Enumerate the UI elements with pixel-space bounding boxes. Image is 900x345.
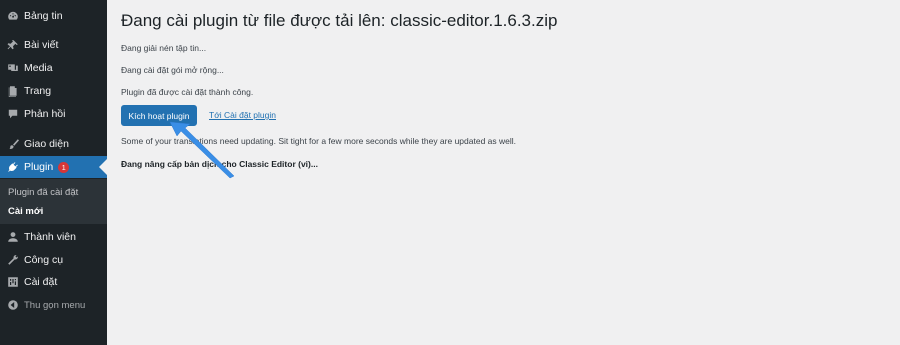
sidebar-item-dashboard[interactable]: Bảng tin xyxy=(0,5,107,27)
translation-note: Some of your translations need updating.… xyxy=(121,136,517,146)
sidebar-item-media[interactable]: Media xyxy=(0,57,107,79)
sidebar-item-posts[interactable]: Bài viết xyxy=(0,34,107,56)
update-count-badge: 1 xyxy=(58,161,70,173)
pin-icon xyxy=(6,39,19,52)
dashboard-icon xyxy=(6,10,19,23)
sidebar-item-settings[interactable]: Cài đặt xyxy=(0,271,107,293)
collapse-menu-label: Thu gọn menu xyxy=(24,299,86,311)
sidebar-item-tools[interactable]: Công cụ xyxy=(0,249,107,271)
log-line-unpacking: Đang giải nén tập tin... xyxy=(121,43,207,53)
submenu-installed-plugins[interactable]: Plugin đã cài đặt xyxy=(8,187,78,198)
page-icon xyxy=(6,85,19,98)
sidebar-item-label: Bảng tin xyxy=(24,10,63,22)
log-line-installing: Đang cài đặt gói mở rộng... xyxy=(121,65,224,75)
active-menu-arrow xyxy=(99,159,107,175)
sidebar-item-label: Bài viết xyxy=(24,39,59,51)
collapse-arrow-icon xyxy=(6,299,19,312)
sidebar-item-comments[interactable]: Phản hồi xyxy=(0,103,107,125)
comment-icon xyxy=(6,108,19,121)
page-title: Đang cài plugin từ file được tải lên: cl… xyxy=(121,11,558,30)
sidebar-item-appearance[interactable]: Giao diện xyxy=(0,133,107,155)
admin-sidebar: Bảng tin Bài viết Media Trang Phản hồi G… xyxy=(0,0,107,345)
plugin-submenu: Plugin đã cài đặt Cài mới xyxy=(0,179,107,224)
settings-icon xyxy=(6,276,19,289)
sidebar-item-label: Công cụ xyxy=(24,254,64,266)
sidebar-item-label: Plugin xyxy=(24,161,54,173)
log-line-success: Plugin đã được cài đặt thành công. xyxy=(121,87,254,97)
submenu-add-new[interactable]: Cài mới xyxy=(8,206,43,217)
annotation-arrow-icon xyxy=(169,121,235,179)
sidebar-item-users[interactable]: Thành viên xyxy=(0,226,107,248)
sidebar-item-plugins[interactable]: Plugin 1 xyxy=(0,156,107,178)
plugin-icon xyxy=(6,161,19,174)
sidebar-item-label: Cài đặt xyxy=(24,276,58,288)
sidebar-item-label: Phản hồi xyxy=(24,108,66,120)
sidebar-item-label: Giao diện xyxy=(24,138,69,150)
sidebar-item-label: Media xyxy=(24,62,53,74)
sidebar-item-pages[interactable]: Trang xyxy=(0,80,107,102)
translation-status: Đang nâng cấp bản dịch cho Classic Edito… xyxy=(121,159,318,169)
go-to-plugins-link[interactable]: Tới Cài đặt plugin xyxy=(209,110,276,120)
brush-icon xyxy=(6,138,19,151)
user-icon xyxy=(6,231,19,244)
media-icon xyxy=(6,62,19,75)
sidebar-item-label: Thành viên xyxy=(24,231,76,243)
wrench-icon xyxy=(6,254,19,267)
activate-plugin-button[interactable]: Kích hoạt plugin xyxy=(121,105,197,126)
collapse-menu-button[interactable]: Thu gọn menu xyxy=(0,294,107,316)
sidebar-item-label: Trang xyxy=(24,85,52,97)
